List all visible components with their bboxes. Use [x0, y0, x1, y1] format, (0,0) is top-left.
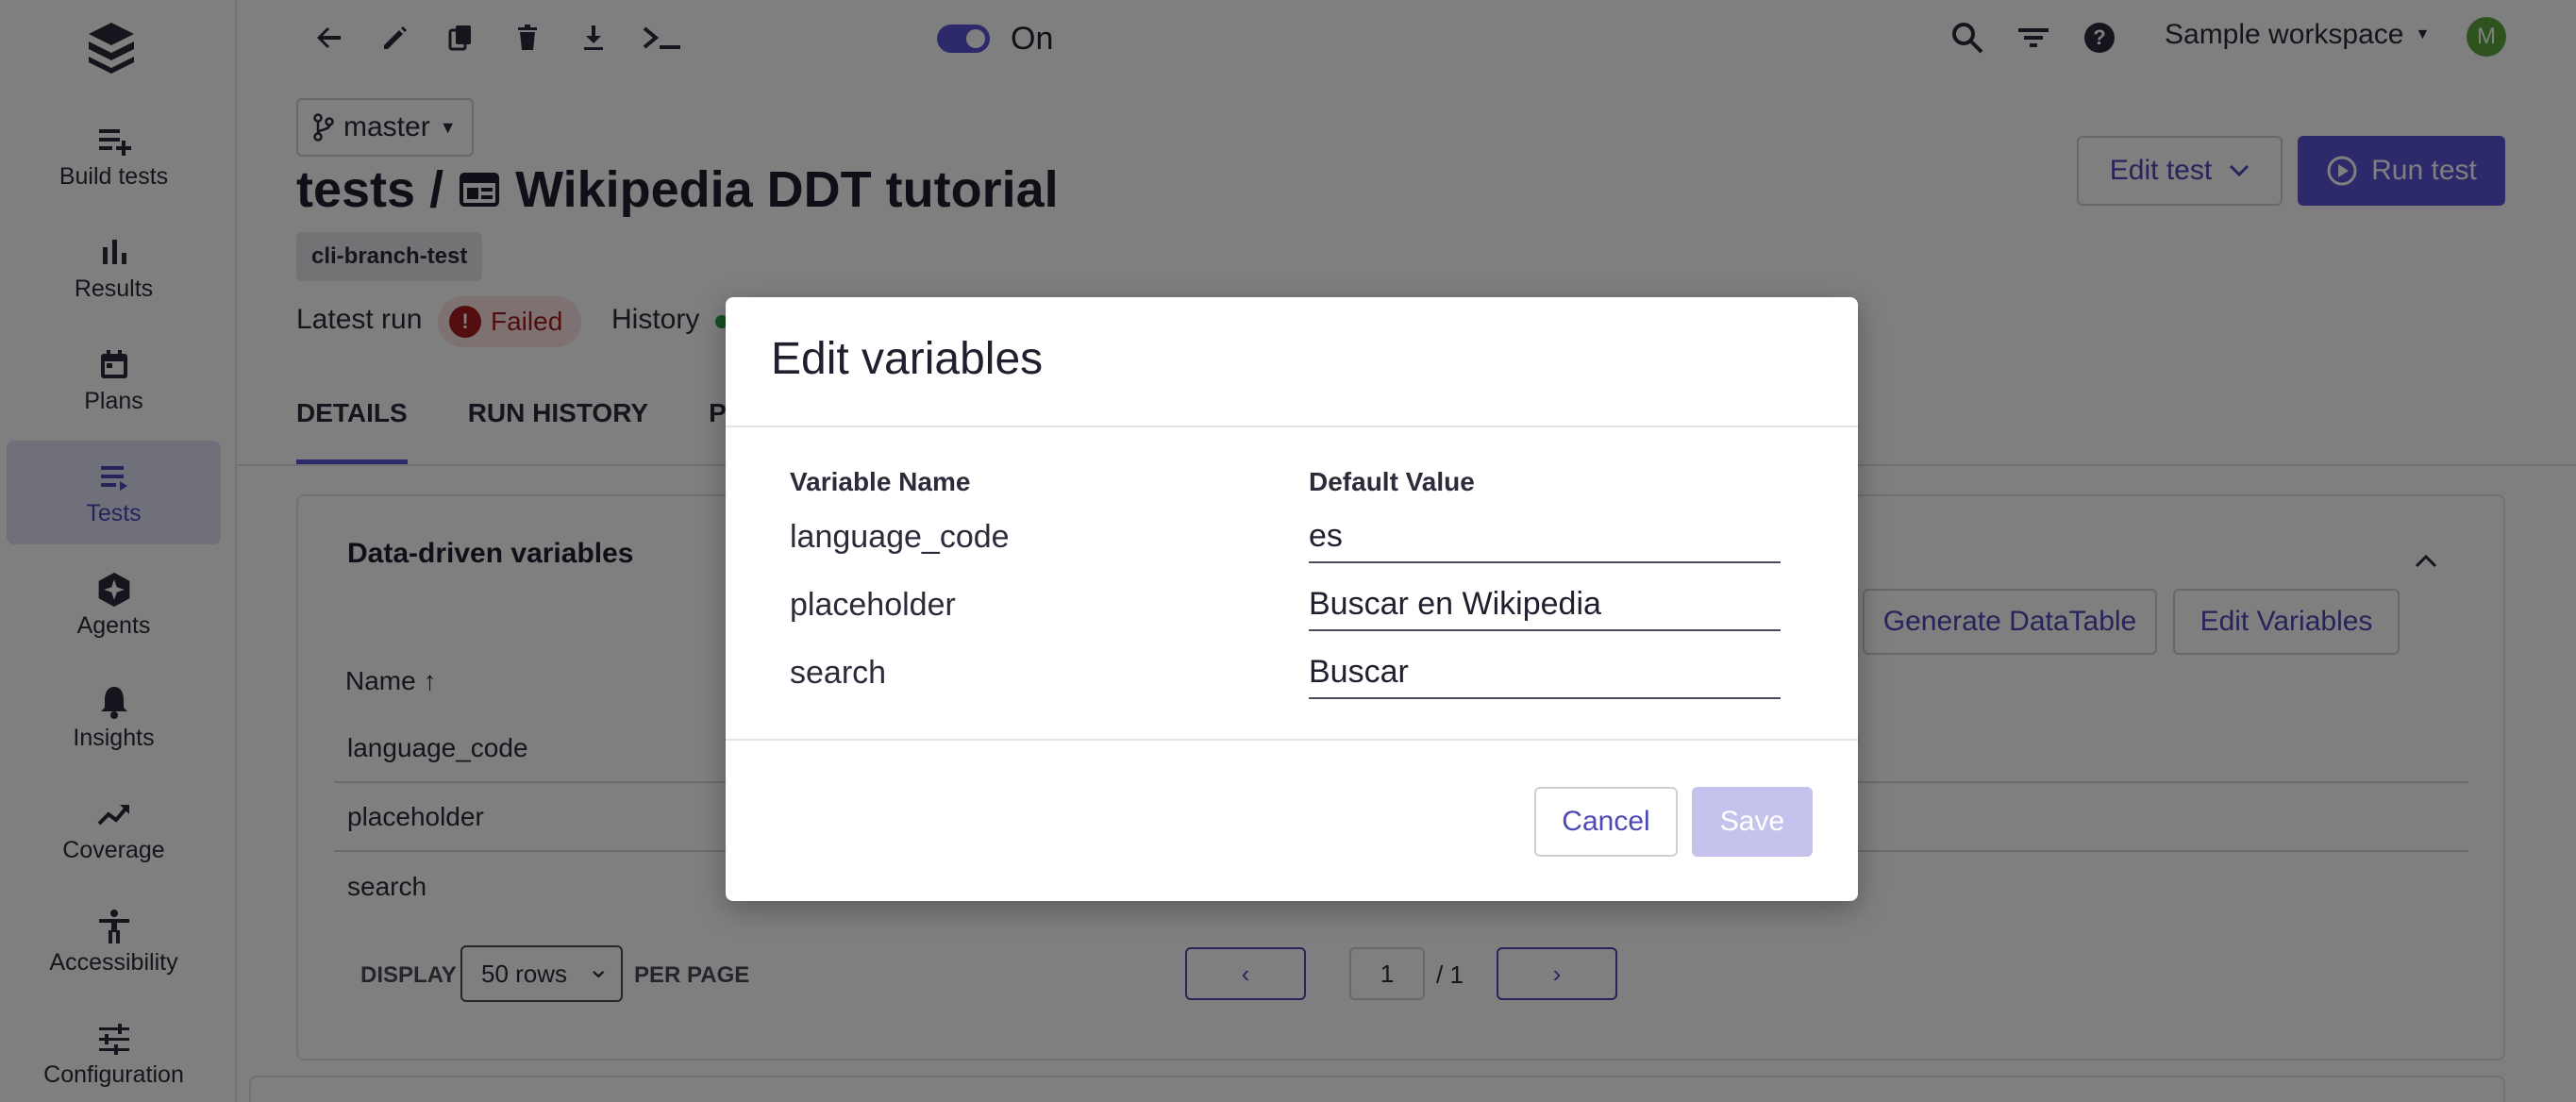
default-value-input[interactable]: es — [1309, 510, 1781, 563]
variable-name: placeholder — [790, 587, 956, 623]
cancel-button[interactable]: Cancel — [1534, 787, 1678, 857]
edit-variables-dialog: Edit variables Variable Name Default Val… — [726, 297, 1858, 901]
save-button[interactable]: Save — [1692, 787, 1813, 857]
default-value-input[interactable]: Buscar en Wikipedia — [1309, 578, 1781, 631]
variable-name: search — [790, 655, 887, 691]
dialog-divider — [726, 426, 1858, 427]
dialog-title: Edit variables — [771, 334, 1044, 384]
variable-name: language_code — [790, 519, 1010, 555]
default-value-input[interactable]: Buscar — [1309, 646, 1781, 699]
default-value-header: Default Value — [1309, 467, 1475, 496]
dialog-divider — [726, 739, 1858, 741]
variable-name-header: Variable Name — [790, 467, 971, 496]
